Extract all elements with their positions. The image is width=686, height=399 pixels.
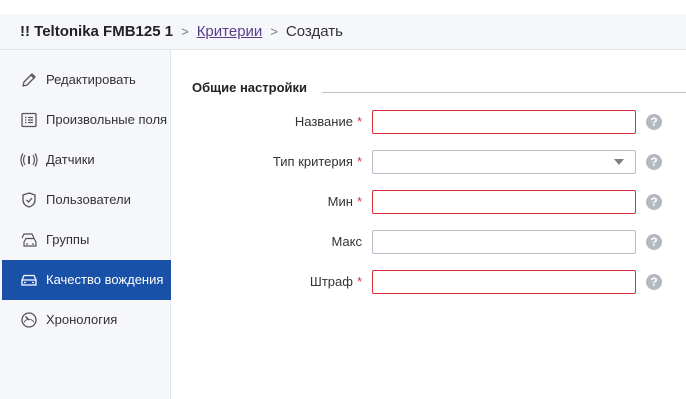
gauge-icon <box>19 310 39 330</box>
sidebar-item-label: Группы <box>46 232 90 247</box>
section-title: Общие настройки <box>192 80 307 95</box>
required-mark: * <box>356 114 362 129</box>
cars-icon <box>19 230 39 250</box>
sidebar-item-chronology[interactable]: Хронология <box>2 300 171 340</box>
help-icon[interactable]: ? <box>646 194 662 210</box>
breadcrumb: !! Teltonika FMB125 1 > Критерии > Созда… <box>0 0 686 50</box>
sidebar-item-label: Хронология <box>46 312 118 327</box>
form-row-penalty: Штраф * ? <box>190 270 686 294</box>
sidebar-item-custom-fields[interactable]: Произвольные поля <box>2 100 171 140</box>
list-icon <box>19 110 39 130</box>
help-icon[interactable]: ? <box>646 114 662 130</box>
chevron-right-icon: > <box>181 24 189 39</box>
sidebar-item-label: Произвольные поля <box>46 112 168 127</box>
help-icon[interactable]: ? <box>646 274 662 290</box>
required-mark: * <box>356 274 362 289</box>
sidebar-item-driving-quality[interactable]: Качество вождения <box>2 260 171 300</box>
sidebar-item-label: Качество вождения <box>46 272 164 287</box>
sidebar-item-label: Редактировать <box>46 72 136 87</box>
form-row-name: Название * ? <box>190 110 686 134</box>
form-row-criterion-type: Тип критерия * ? <box>190 150 686 174</box>
chevron-right-icon: > <box>270 24 278 39</box>
required-mark: * <box>356 154 362 169</box>
field-label: Штраф * <box>309 274 362 289</box>
sidebar-item-label: Датчики <box>46 152 95 167</box>
device-title: !! Teltonika FMB125 1 <box>20 23 174 40</box>
help-icon[interactable]: ? <box>646 154 662 170</box>
pencil-icon <box>19 70 39 90</box>
field-label: Название * <box>294 114 362 129</box>
help-icon[interactable]: ? <box>646 234 662 250</box>
penalty-input[interactable] <box>372 270 636 294</box>
breadcrumb-current: Создать <box>285 23 343 40</box>
form-row-max: Макс ? <box>190 230 686 254</box>
criterion-type-select[interactable] <box>372 150 636 174</box>
name-input[interactable] <box>372 110 636 134</box>
sidebar-item-label: Пользователи <box>46 192 131 207</box>
sidebar-item-sensors[interactable]: Датчики <box>2 140 171 180</box>
field-label: Тип критерия * <box>272 154 362 169</box>
required-mark: * <box>356 194 362 209</box>
section-divider <box>322 92 686 93</box>
sidebar-item-edit[interactable]: Редактировать <box>2 60 171 100</box>
field-label: Мин * <box>327 194 362 209</box>
max-input[interactable] <box>372 230 636 254</box>
field-label: Макс <box>331 234 362 249</box>
sidebar-item-users[interactable]: Пользователи <box>2 180 171 220</box>
form-row-min: Мин * ? <box>190 190 686 214</box>
breadcrumb-link-criteria[interactable]: Критерии <box>197 23 263 40</box>
sensor-icon <box>19 150 39 170</box>
car-icon <box>19 270 39 290</box>
sidebar-item-groups[interactable]: Группы <box>2 220 171 260</box>
sidebar: Редактировать Произвольные поля Датчики … <box>0 50 171 399</box>
min-input[interactable] <box>372 190 636 214</box>
shield-icon <box>19 190 39 210</box>
